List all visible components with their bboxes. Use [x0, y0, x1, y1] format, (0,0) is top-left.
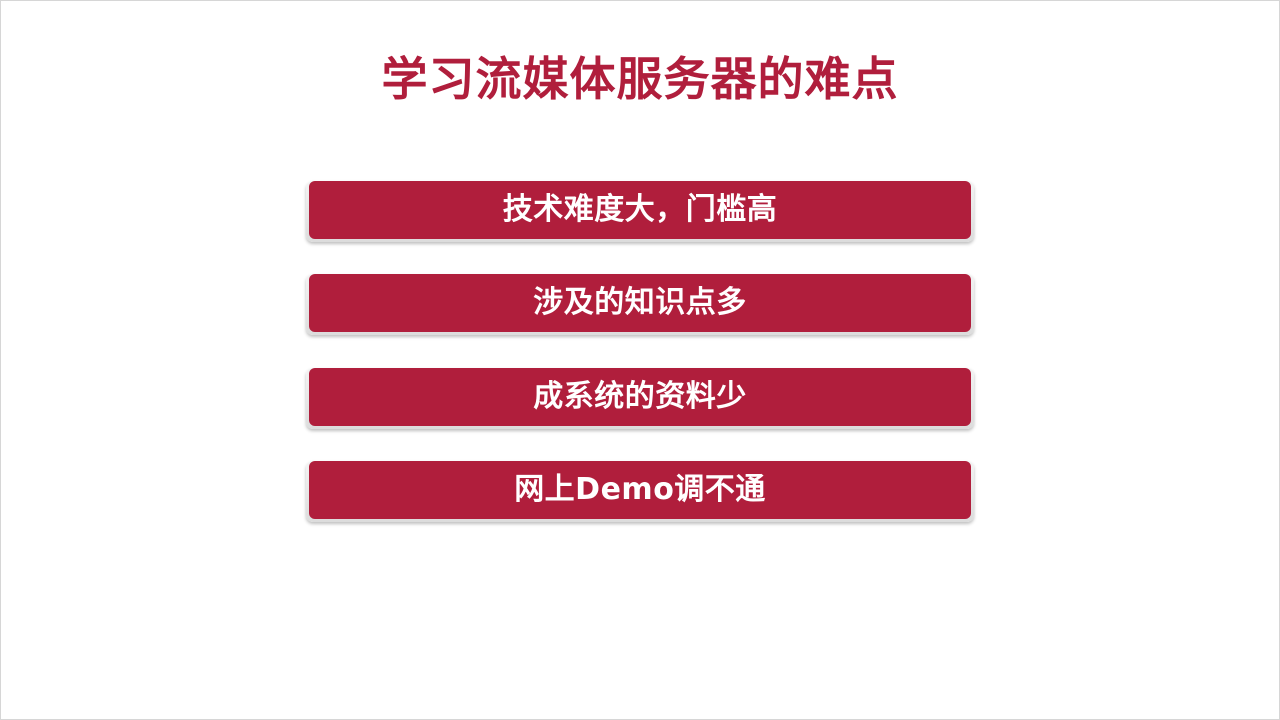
- point-card-1: 技术难度大，门槛高: [306, 181, 974, 242]
- slide: 学习流媒体服务器的难点 技术难度大，门槛高 涉及的知识点多 成系统的资料少 网上…: [0, 0, 1280, 720]
- point-label-2: 涉及的知识点多: [309, 274, 971, 332]
- point-label-1: 技术难度大，门槛高: [309, 181, 971, 239]
- point-card-2: 涉及的知识点多: [306, 274, 974, 335]
- point-card-3: 成系统的资料少: [306, 368, 974, 429]
- point-card-4: 网上Demo调不通: [306, 461, 974, 522]
- slide-title: 学习流媒体服务器的难点: [381, 52, 899, 106]
- point-label-3: 成系统的资料少: [309, 368, 971, 426]
- point-label-4: 网上Demo调不通: [309, 461, 971, 519]
